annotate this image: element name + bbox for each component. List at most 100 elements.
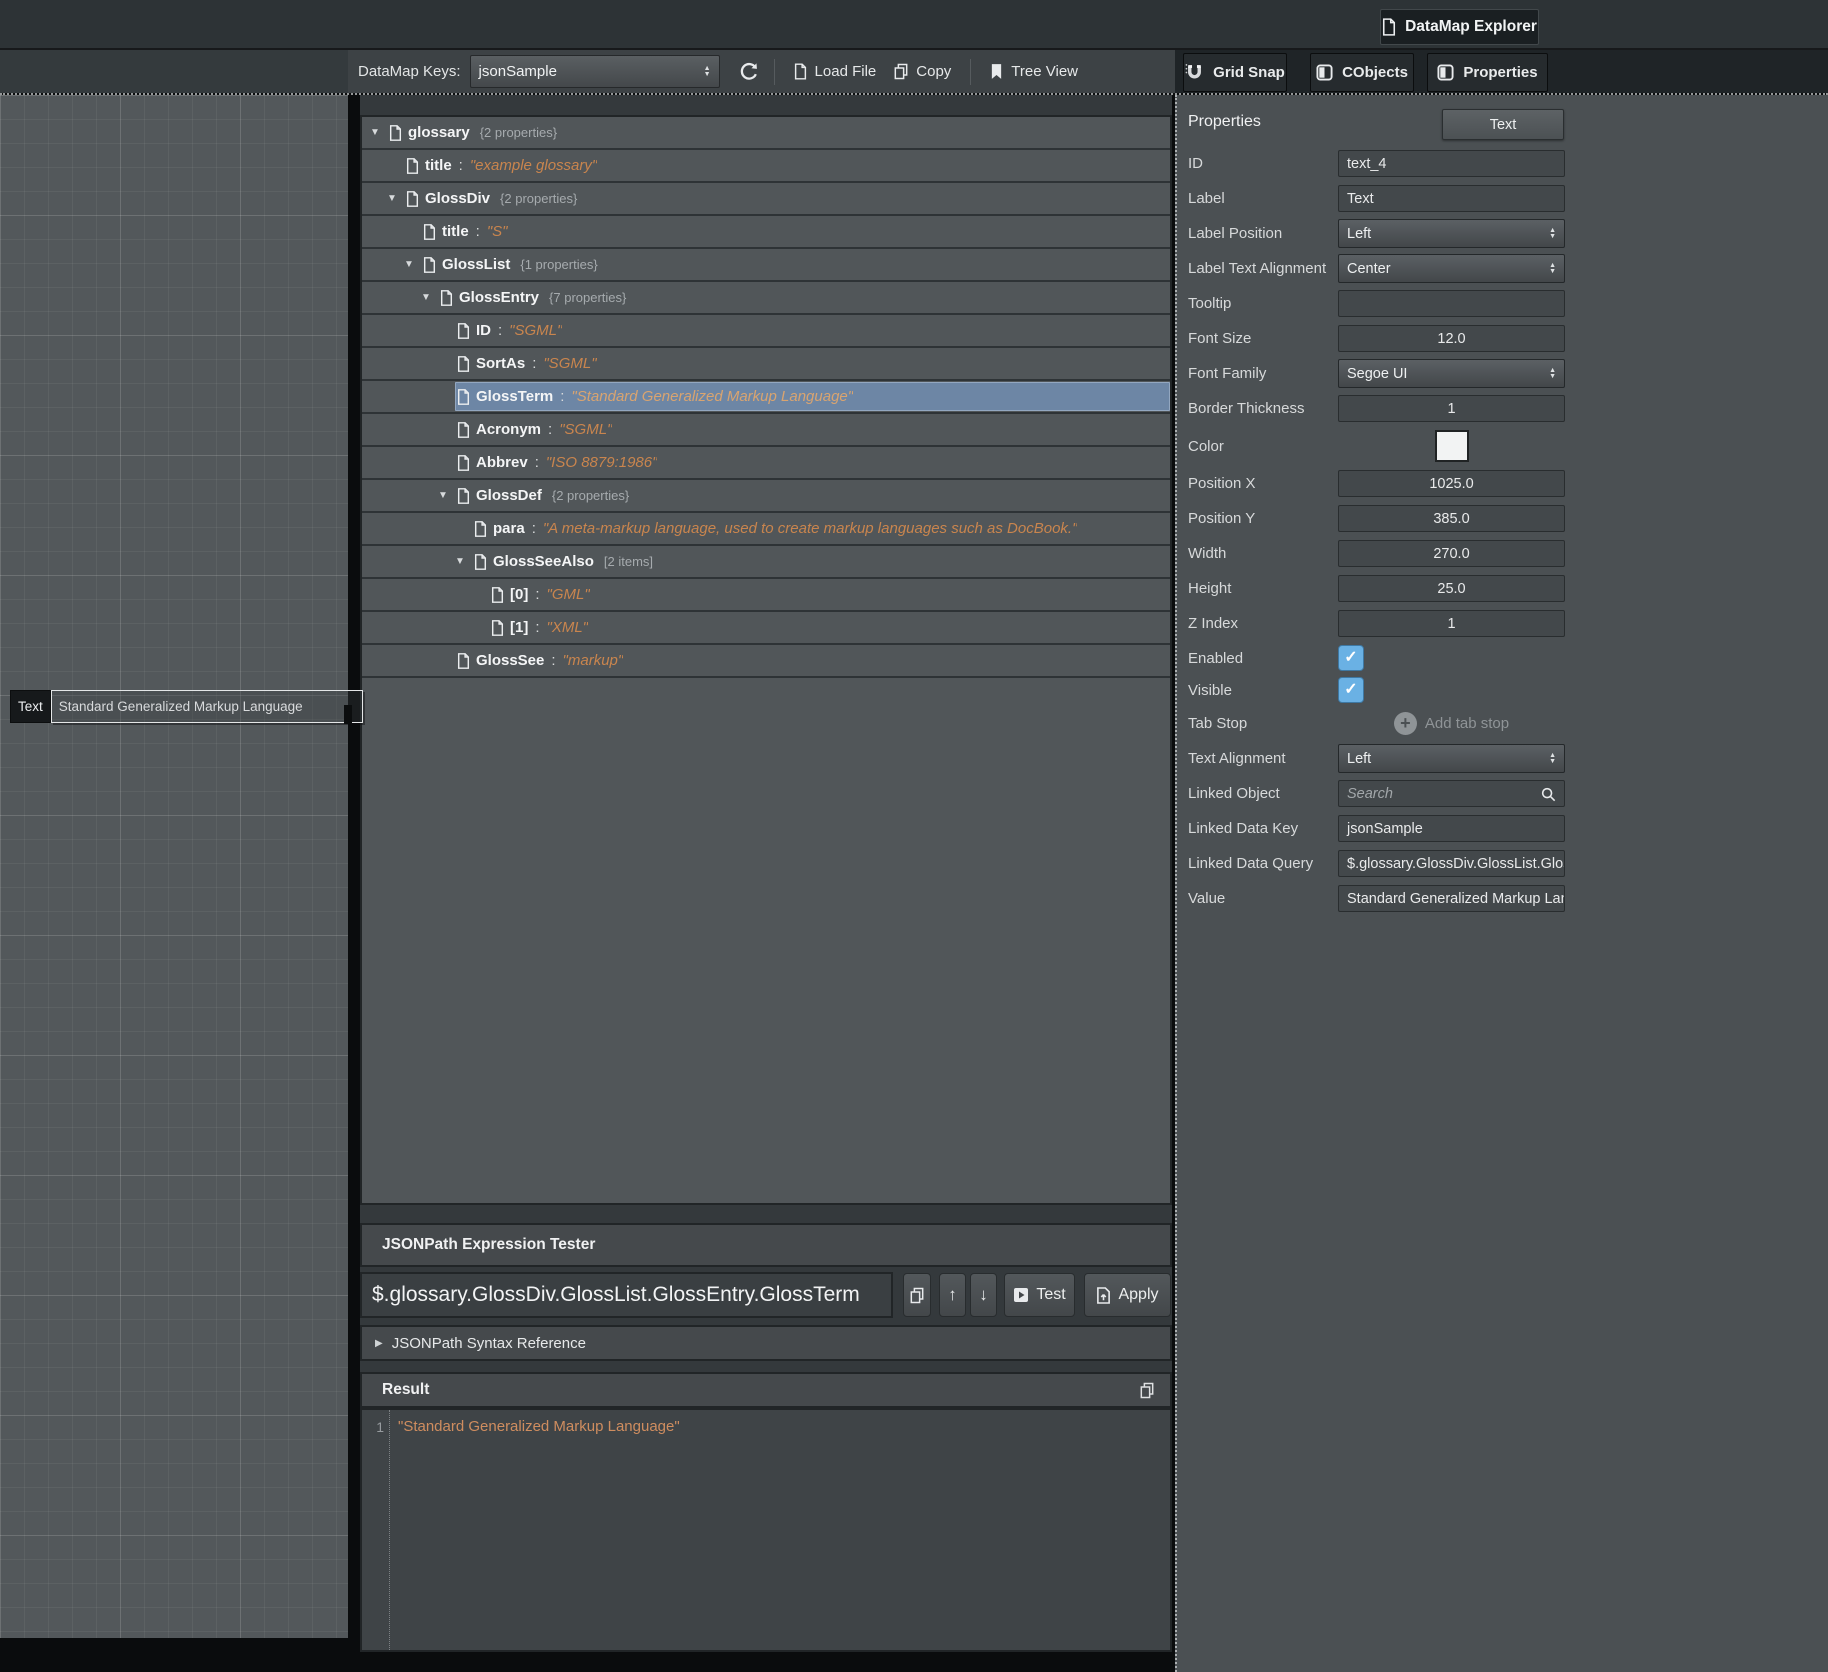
- datamap-explorer-button[interactable]: DataMap Explorer: [1380, 9, 1539, 45]
- history-down-button[interactable]: ↓: [970, 1273, 997, 1317]
- tree-row[interactable]: title : "example glossary": [362, 150, 1170, 183]
- document-icon: [491, 620, 504, 636]
- tree-row[interactable]: Acronym : "SGML": [362, 414, 1170, 447]
- label-text-alignment-select[interactable]: Center ▲▼: [1338, 254, 1565, 283]
- copy-icon: [894, 63, 908, 80]
- linked-data-query-input[interactable]: $.glossary.GlossDiv.GlossList.GlossEntry…: [1338, 850, 1565, 877]
- tree-view-button[interactable]: Tree View: [990, 63, 1078, 80]
- tree-row[interactable]: SortAs : "SGML": [362, 348, 1170, 381]
- border-thickness-input[interactable]: 1: [1338, 395, 1565, 422]
- check-icon: ✓: [1344, 682, 1357, 698]
- bookmark-icon: [990, 63, 1003, 80]
- tooltip-input[interactable]: [1338, 290, 1565, 317]
- copy-result-button[interactable]: [1140, 1382, 1154, 1399]
- expander-icon[interactable]: ▼: [438, 490, 455, 501]
- canvas-text-element[interactable]: Text Standard Generalized Markup Languag…: [10, 690, 363, 723]
- height-input[interactable]: 25.0: [1338, 575, 1565, 602]
- tree-row[interactable]: GlossSee : "markup": [362, 645, 1170, 678]
- tree-row[interactable]: [0] : "GML": [362, 579, 1170, 612]
- expander-icon[interactable]: ▼: [421, 292, 438, 303]
- tree-row[interactable]: ▼glossary{2 properties}: [362, 117, 1170, 150]
- position-x-input[interactable]: 1025.0: [1338, 470, 1565, 497]
- tree-key: [1]: [510, 619, 528, 636]
- datamap-toolbar: DataMap Keys: jsonSample ▲▼ Load File Co…: [348, 50, 1175, 93]
- toolbar-separator: [970, 59, 971, 85]
- result-content: "Standard Generalized Markup Language": [389, 1410, 1170, 1650]
- text-alignment-select[interactable]: Left ▲▼: [1338, 744, 1565, 773]
- prop-row-tooltip: Tooltip: [1185, 290, 1565, 317]
- refresh-button[interactable]: [734, 57, 764, 87]
- document-icon: [474, 521, 487, 537]
- half-filled-square-icon: [1316, 64, 1333, 81]
- datamap-keys-label: DataMap Keys:: [358, 63, 461, 80]
- tree-row[interactable]: ▼GlossDiv{2 properties}: [362, 183, 1170, 216]
- copy-expression-button[interactable]: [903, 1273, 931, 1317]
- tree-row[interactable]: title : "S": [362, 216, 1170, 249]
- font-family-select[interactable]: Segoe UI ▲▼: [1338, 359, 1565, 388]
- tree-row[interactable]: [1] : "XML": [362, 612, 1170, 645]
- load-file-button[interactable]: Load File: [794, 63, 877, 80]
- tree-value: "example glossary": [470, 157, 597, 174]
- properties-panel-title: Properties: [1188, 113, 1261, 131]
- copy-button[interactable]: Copy: [894, 63, 951, 80]
- tree-value: "Standard Generalized Markup Language": [571, 388, 853, 405]
- expander-icon[interactable]: ▼: [370, 127, 387, 138]
- title-bar: [0, 0, 1828, 50]
- linked-object-search-input[interactable]: Search: [1338, 780, 1565, 807]
- document-icon: [423, 257, 436, 273]
- tree-count: {2 properties}: [552, 488, 629, 503]
- enabled-checkbox[interactable]: ✓: [1338, 645, 1364, 671]
- properties-button[interactable]: Properties: [1427, 53, 1548, 92]
- tree-key: ID: [476, 322, 491, 339]
- value-input[interactable]: Standard Generalized Markup Language: [1338, 885, 1565, 912]
- linked-data-key-input[interactable]: jsonSample: [1338, 815, 1565, 842]
- apply-document-icon: [1096, 1287, 1111, 1304]
- z-index-input[interactable]: 1: [1338, 610, 1565, 637]
- position-y-input[interactable]: 385.0: [1338, 505, 1565, 532]
- document-icon: [457, 389, 470, 405]
- tree-row[interactable]: ▼GlossList{1 properties}: [362, 249, 1170, 282]
- cobjects-button[interactable]: CObjects: [1310, 53, 1414, 92]
- width-input[interactable]: 270.0: [1338, 540, 1565, 567]
- expander-icon[interactable]: ▼: [404, 259, 421, 270]
- design-canvas[interactable]: [0, 95, 348, 1638]
- tree-row[interactable]: para : "A meta-markup language, used to …: [362, 513, 1170, 546]
- expander-icon[interactable]: ▼: [455, 556, 472, 567]
- document-icon: [440, 290, 453, 306]
- expander-icon[interactable]: ▼: [387, 193, 404, 204]
- datamap-explorer-app: DataMap Explorer DataMap Keys: jsonSampl…: [0, 0, 1828, 1672]
- apply-button[interactable]: Apply: [1084, 1273, 1171, 1317]
- jsonpath-syntax-reference[interactable]: ▶ JSONPath Syntax Reference: [360, 1325, 1172, 1361]
- tree-row[interactable]: ID : "SGML": [362, 315, 1170, 348]
- element-type-button[interactable]: Text: [1442, 109, 1564, 140]
- text-element-value[interactable]: Standard Generalized Markup Language: [51, 690, 363, 723]
- font-size-input[interactable]: 12.0: [1338, 325, 1565, 352]
- tree-row[interactable]: Abbrev : "ISO 8879:1986": [362, 447, 1170, 480]
- tree-row[interactable]: ▼GlossEntry{7 properties}: [362, 282, 1170, 315]
- tree-count: {2 properties}: [480, 125, 557, 140]
- resize-handle[interactable]: [344, 705, 352, 724]
- tree-row[interactable]: ▼GlossDef{2 properties}: [362, 480, 1170, 513]
- grid-snap-button[interactable]: Grid Snap: [1183, 53, 1287, 92]
- id-input[interactable]: text_4: [1338, 150, 1565, 177]
- tree-colon: :: [532, 355, 536, 372]
- half-filled-square-icon: [1437, 64, 1454, 81]
- label-input[interactable]: Text: [1338, 185, 1565, 212]
- tree-value: "XML": [547, 619, 589, 636]
- tree-colon: :: [535, 454, 539, 471]
- visible-checkbox[interactable]: ✓: [1338, 677, 1364, 703]
- tree-row[interactable]: ▼GlossSeeAlso[2 items]: [362, 546, 1170, 579]
- test-button[interactable]: Test: [1004, 1273, 1075, 1317]
- toolbar-separator: [774, 59, 775, 85]
- label-position-select[interactable]: Left ▲▼: [1338, 219, 1565, 248]
- tree-colon: :: [532, 520, 536, 537]
- datamap-keys-select[interactable]: jsonSample ▲▼: [470, 55, 720, 88]
- jsonpath-expression-input[interactable]: $.glossary.GlossDiv.GlossList.GlossEntry…: [360, 1272, 893, 1318]
- color-swatch[interactable]: [1435, 430, 1469, 462]
- tree-count: {7 properties}: [549, 290, 626, 305]
- prop-row-value: Value Standard Generalized Markup Langua…: [1185, 885, 1565, 912]
- history-up-button[interactable]: ↑: [939, 1273, 966, 1317]
- tree-row[interactable]: GlossTerm : "Standard Generalized Markup…: [362, 381, 1170, 414]
- prop-row-tab-stop: Tab Stop + Add tab stop: [1185, 709, 1565, 737]
- add-tab-stop-button[interactable]: + Add tab stop: [1338, 712, 1565, 735]
